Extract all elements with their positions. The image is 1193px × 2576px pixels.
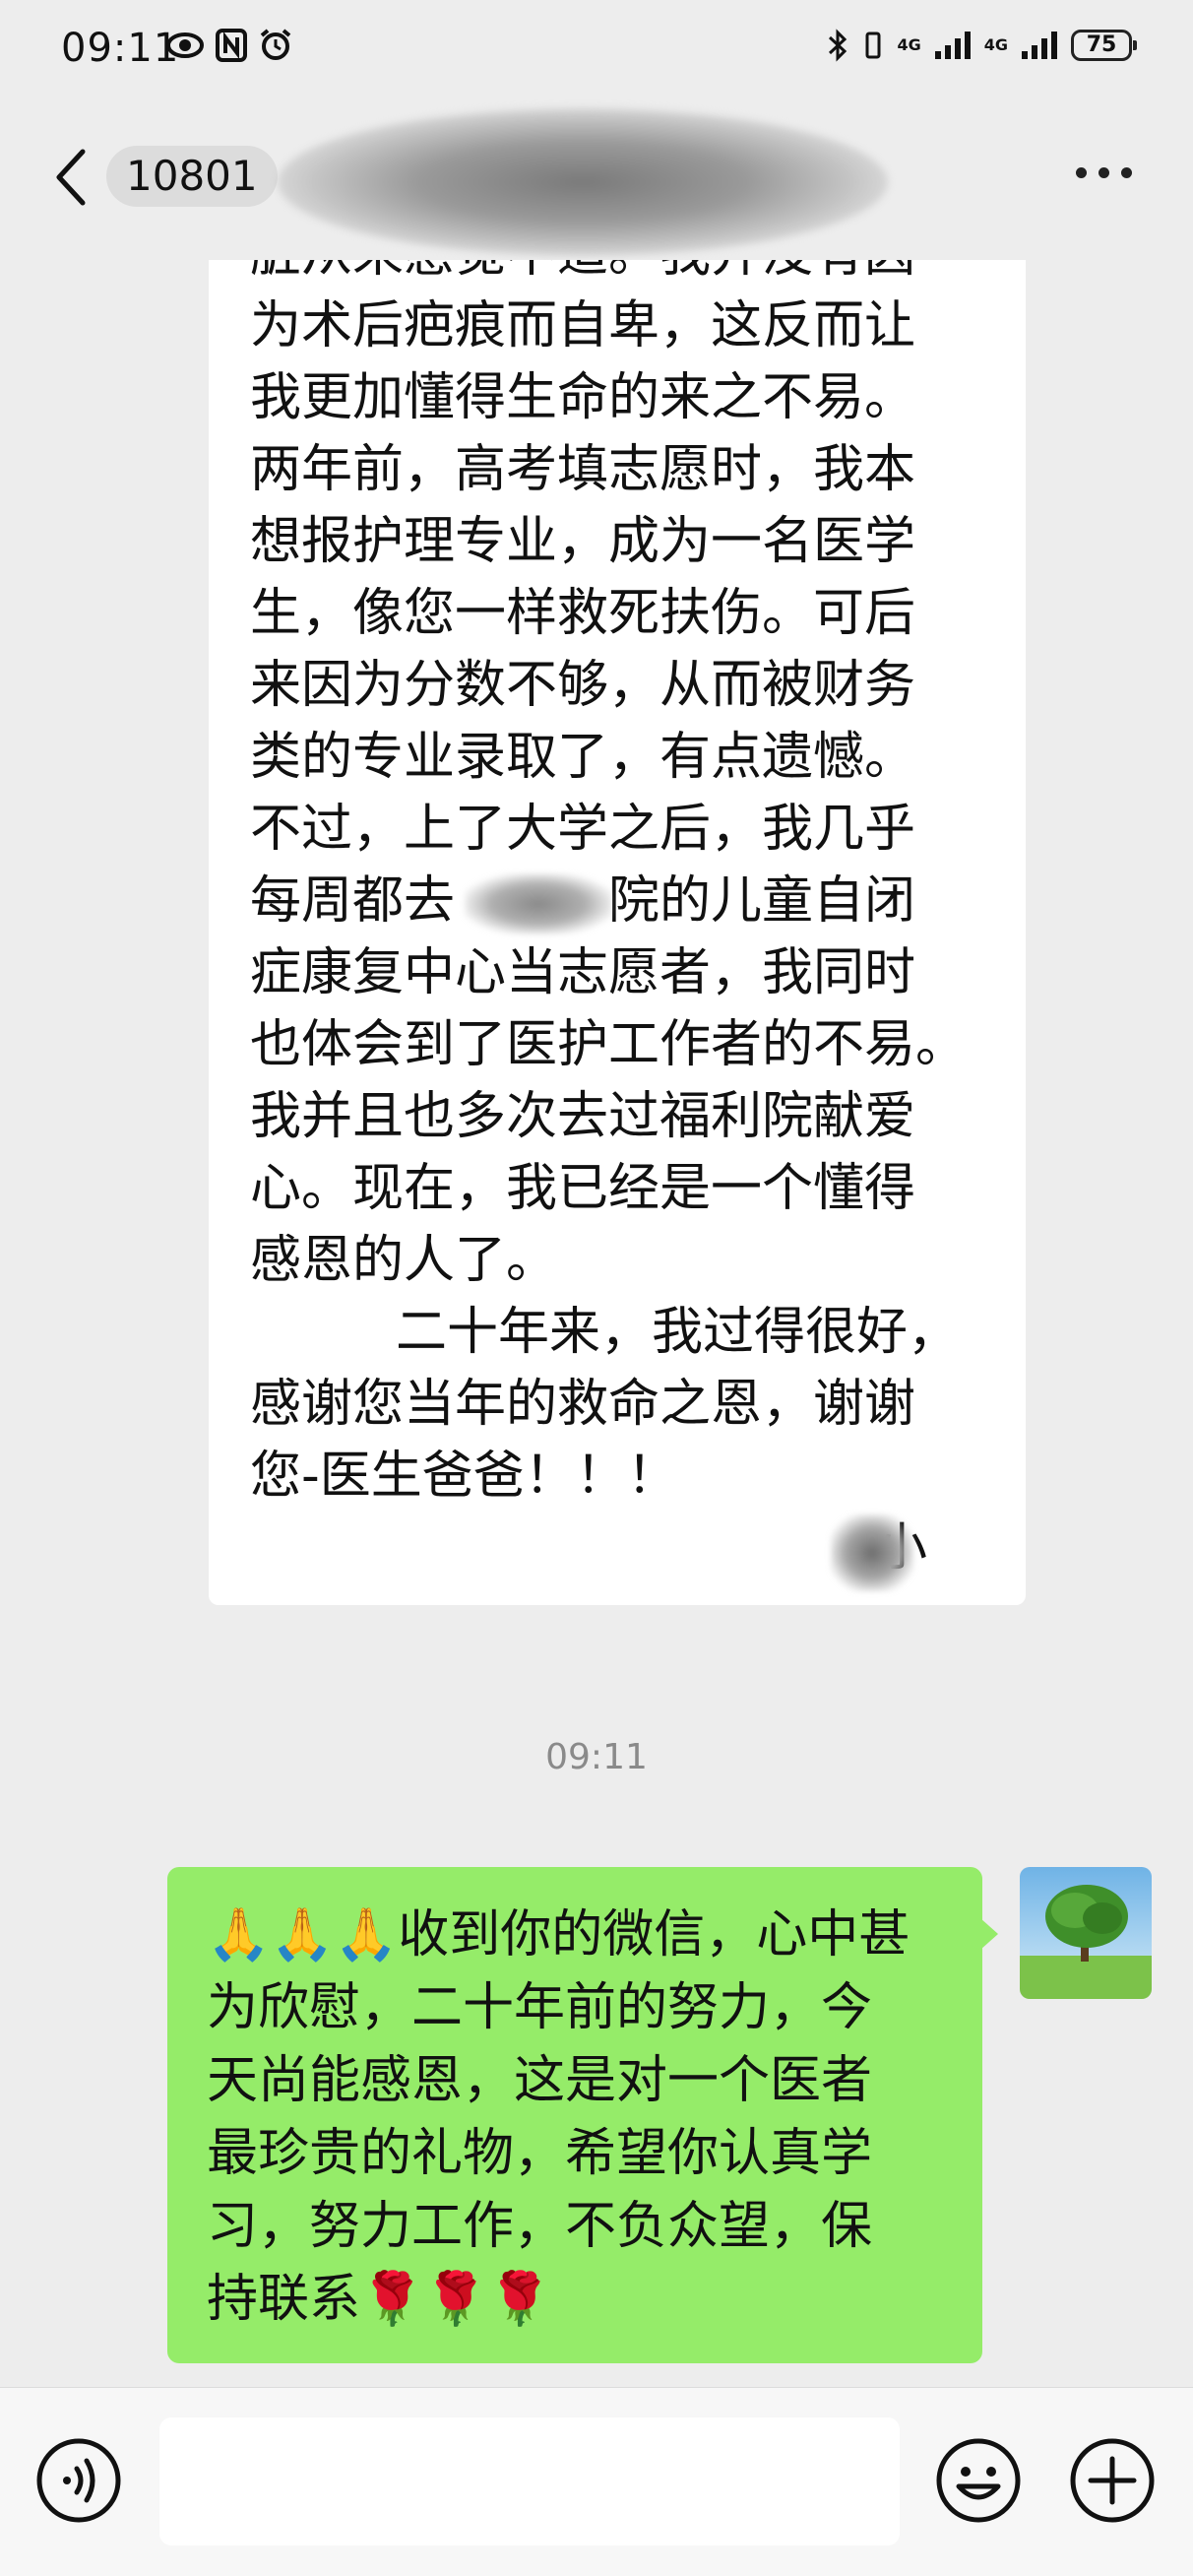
status-time: 09:11	[61, 26, 180, 71]
rose-emoji: 🌹🌹🌹	[360, 2270, 552, 2329]
network-type-1: 4G	[897, 35, 921, 54]
dot	[1076, 167, 1087, 178]
more-dots-icon[interactable]	[1076, 167, 1132, 178]
letter-line: 两年前，高考填志愿时，我本	[250, 440, 916, 499]
signal-icon-2	[1022, 32, 1057, 59]
eye-icon	[166, 32, 204, 58]
plus-icon[interactable]	[1067, 2435, 1158, 2526]
avatar[interactable]	[1020, 1867, 1152, 1999]
chevron-left-icon[interactable]	[49, 146, 93, 209]
letter-line: 感谢您当年的救命之恩，谢谢	[250, 1375, 916, 1434]
incoming-message-bubble[interactable]: 脏从来感觉不适。我并没有因 为术后疤痕而自卑，这反而让 我更加懂得生命的来之不易…	[209, 260, 1026, 1605]
reply-line: 最珍贵的礼物，希望你认真学	[207, 2124, 873, 2183]
redacted-signature-blur	[831, 1514, 913, 1591]
reply-text: 持联系	[207, 2270, 361, 2329]
letter-line: 想报护理专业，成为一名医学	[250, 512, 916, 571]
reply-line: 持联系🌹🌹🌹	[207, 2263, 953, 2336]
letter-line: 感恩的人了。	[250, 1231, 558, 1290]
tree-landscape-avatar	[1020, 1867, 1152, 1999]
status-bar: 09:11 4G 4G 75	[0, 0, 1193, 95]
signal-icon	[934, 32, 971, 59]
letter-signature: -小	[250, 1513, 990, 1591]
reply-line: 为欣慰，二十年前的努力，今	[207, 1978, 873, 2037]
letter-line: 类的专业录取了，有点遗憾。	[250, 728, 916, 787]
battery-indicator: 75	[1071, 30, 1137, 61]
status-right-icons: 4G 4G 75	[826, 28, 1137, 63]
letter-line: 为术后疤痕而自卑，这反而让	[250, 296, 916, 355]
letter-line-redacted: 每周都去 院的儿童自闭	[250, 866, 990, 937]
redacted-hospital-blur	[465, 873, 612, 934]
letter-line: 生，像您一样救死扶伤。可后	[250, 584, 916, 643]
chat-title[interactable]: 10801	[106, 146, 278, 207]
letter-line: 来因为分数不够，从而被财务	[250, 656, 916, 715]
letter-line: 症康复中心当志愿者，我同时	[250, 943, 916, 1002]
message-input[interactable]	[159, 2417, 900, 2545]
chat-header: 10801	[0, 95, 1193, 260]
chat-screen: 09:11 4G 4G 75 10801 为术后疤痕而自卑，这反而让 我更加懂得…	[0, 0, 1193, 2576]
letter-line: 心。现在，我已经是一个懂得	[250, 1159, 916, 1218]
network-type-2: 4G	[983, 35, 1008, 54]
status-left-icons	[165, 28, 293, 63]
letter-line: 不过，上了大学之后，我几乎	[250, 800, 916, 859]
dot	[1099, 167, 1109, 178]
message-list[interactable]: 脏从来感觉不适。我并没有因 为术后疤痕而自卑，这反而让 我更加懂得生命的来之不易…	[0, 260, 1193, 2387]
dot	[1121, 167, 1132, 178]
letter-line: 脏从来感觉不适。我并没有因	[250, 260, 990, 290]
reply-line: 🙏🙏🙏收到你的微信，心中甚	[207, 1899, 953, 1971]
message-timestamp: 09:11	[545, 1737, 648, 1777]
letter-line: 我并且也多次去过福利院献爱	[250, 1087, 916, 1146]
vibrate-icon	[865, 32, 881, 59]
redacted-name-blur	[278, 108, 888, 256]
voice-icon[interactable]	[33, 2435, 124, 2526]
letter-line: 也体会到了医护工作者的不易。	[250, 1015, 968, 1074]
alarm-icon	[260, 29, 291, 60]
reply-line: 习，努力工作，不负众望，保	[207, 2197, 873, 2256]
outgoing-message-bubble[interactable]: 🙏🙏🙏收到你的微信，心中甚 为欣慰，二十年前的努力，今 天尚能感恩，这是对一个医…	[167, 1867, 998, 2363]
input-bar	[0, 2387, 1193, 2576]
bluetooth-icon	[829, 29, 848, 62]
reply-text: 收到你的微信，心中甚	[398, 1905, 910, 1964]
reply-line: 天尚能感恩，这是对一个医者	[207, 2051, 873, 2110]
letter-line: 我更加懂得生命的来之不易。	[250, 368, 916, 427]
praying-hands-emoji: 🙏🙏🙏	[207, 1905, 399, 1964]
emoji-icon[interactable]	[933, 2435, 1024, 2526]
letter-line: 二十年来，我过得很好，	[396, 1303, 960, 1362]
nfc-icon	[216, 29, 247, 62]
letter-line: 您-医生爸爸！！！	[250, 1447, 678, 1506]
